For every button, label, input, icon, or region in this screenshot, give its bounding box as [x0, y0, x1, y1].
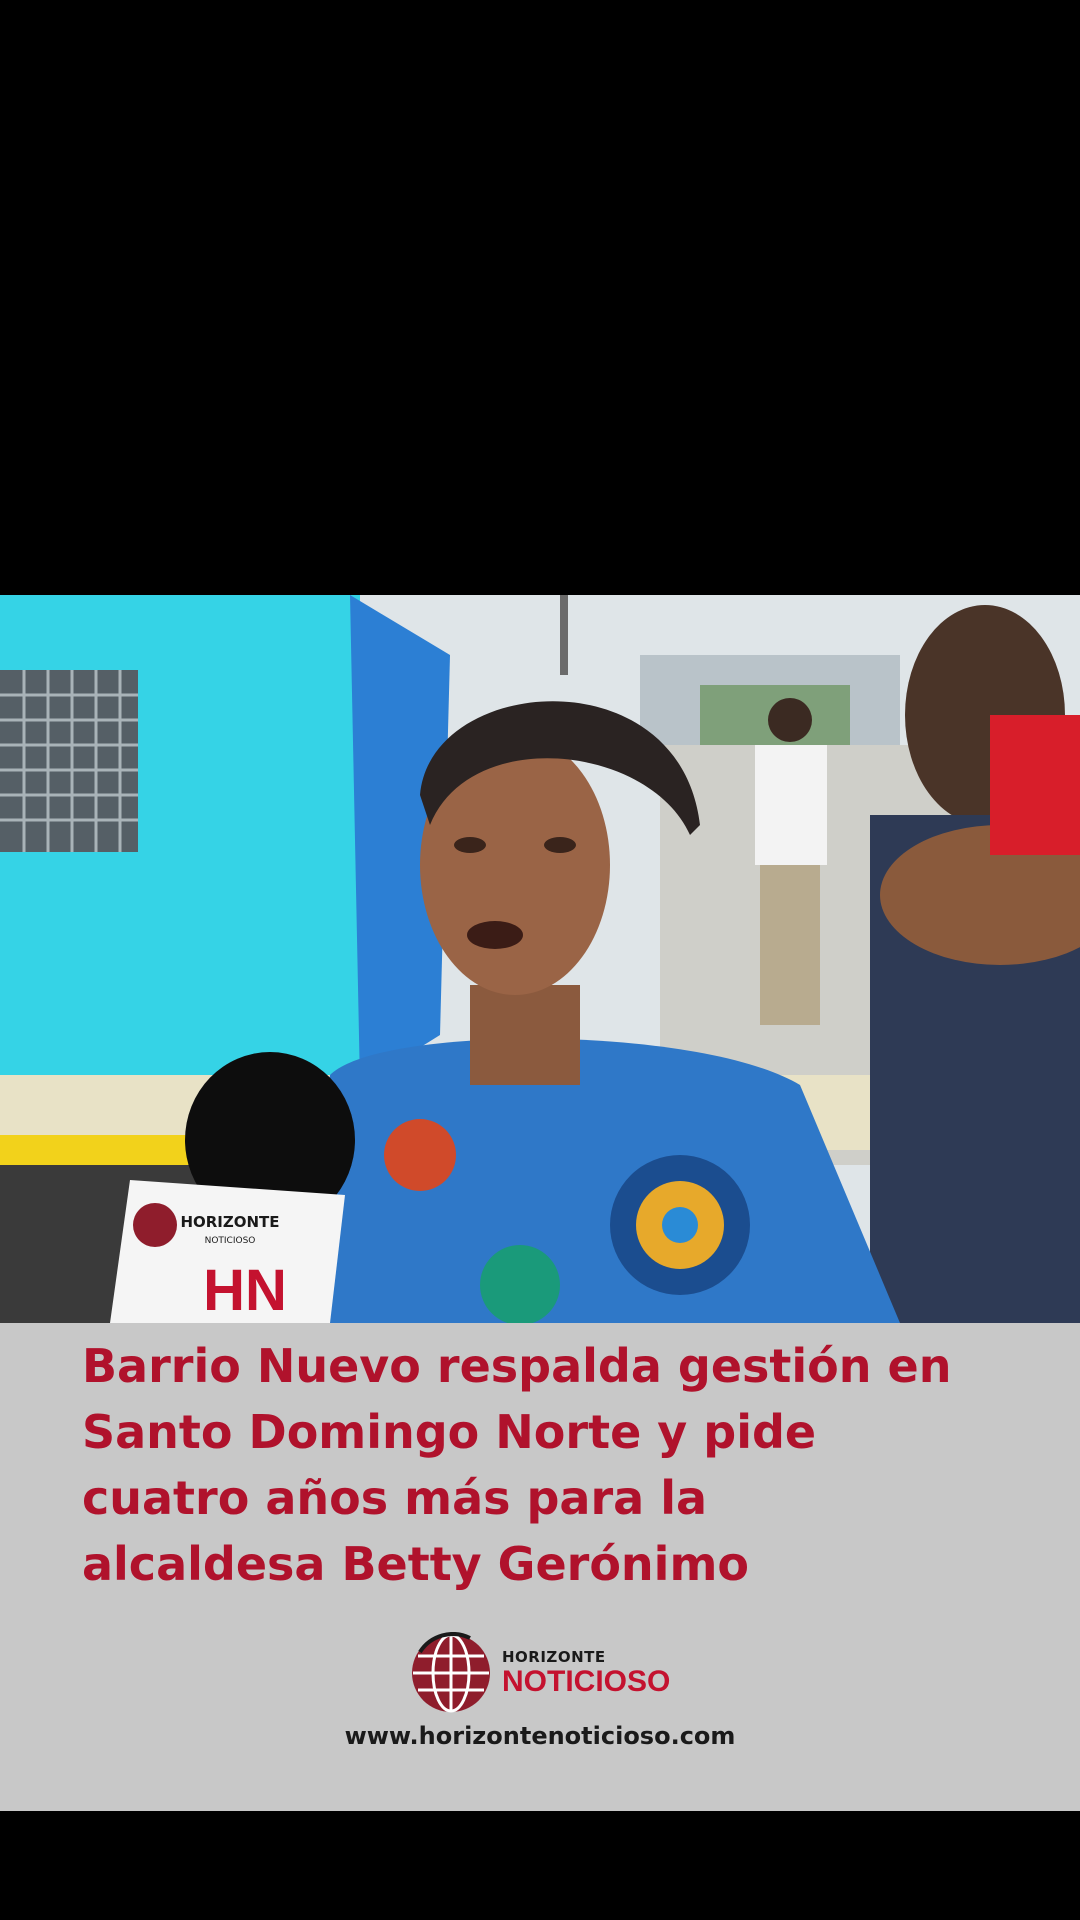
headline-line: cuatro años más para la: [82, 1471, 708, 1525]
headline-line: Santo Domingo Norte y pide: [82, 1405, 817, 1459]
video-frame: HORIZONTE NOTICIOSO HN Barrio Nuevo resp…: [0, 0, 1080, 1920]
headline-line: Barrio Nuevo respalda gestión en: [82, 1339, 952, 1393]
brand-name-top: HORIZONTE: [502, 1647, 606, 1666]
globe-icon: [412, 1632, 490, 1713]
headline: Barrio Nuevo respalda gestión en Santo D…: [82, 1333, 1012, 1597]
headline-line: alcaldesa Betty Gerónimo: [82, 1537, 749, 1591]
video-still[interactable]: HORIZONTE NOTICIOSO HN: [0, 595, 1080, 1323]
window-grille: [0, 670, 138, 852]
mic-brand-top: HORIZONTE: [180, 1213, 279, 1231]
interview-scene: HORIZONTE NOTICIOSO HN: [0, 595, 1080, 1323]
brand-logo: HORIZONTE NOTICIOSO: [410, 1632, 670, 1714]
letterbox-top: [0, 0, 1080, 595]
mic-brand-sub: NOTICIOSO: [205, 1236, 256, 1246]
brand-name-bottom: NOTICIOSO: [502, 1664, 671, 1698]
letterbox-bottom: [0, 1811, 1080, 1920]
website-url[interactable]: www.horizontenoticioso.com: [0, 1722, 1080, 1750]
mic-brand-letters: HN: [203, 1258, 287, 1323]
